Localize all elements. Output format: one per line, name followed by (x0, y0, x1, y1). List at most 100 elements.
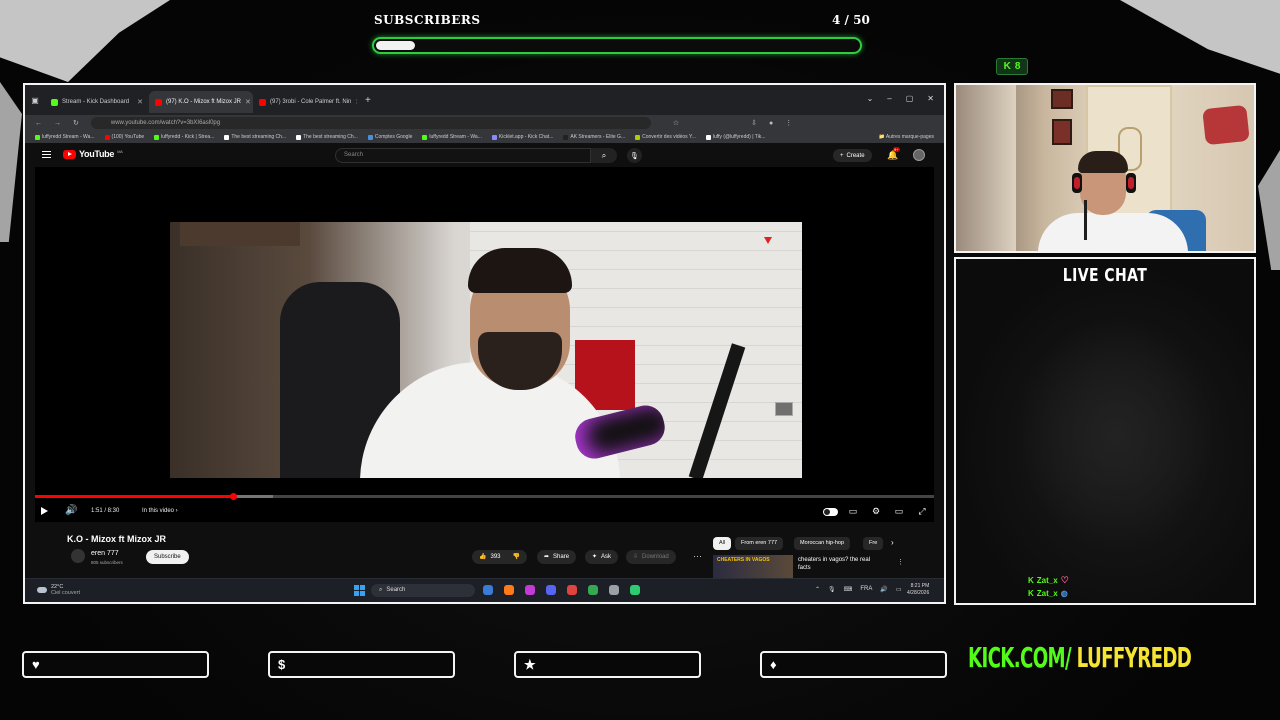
share-label: Share (553, 554, 570, 560)
windows-start-icon[interactable] (354, 585, 365, 596)
taskbar-app-icon[interactable] (546, 585, 556, 595)
bookmark-item[interactable]: luffy (@luffyredd) | Tik... (705, 134, 765, 140)
bookmark-item[interactable]: Convertir des vidéos Y... (635, 134, 696, 140)
video-frame[interactable] (170, 222, 802, 478)
play-icon[interactable] (41, 507, 48, 515)
mic-icon[interactable]: 🎙 (828, 586, 836, 593)
minimize-button[interactable]: – (887, 94, 891, 103)
bookmark-item[interactable]: Kicklet.app - Kick Chat... (491, 134, 553, 140)
close-icon[interactable]: ✕ (355, 98, 357, 106)
bookmark-item[interactable]: (100) YouTube (104, 134, 144, 140)
theater-mode-icon[interactable]: ▭ (893, 506, 905, 517)
chip-from-channel[interactable]: From eren 777 (735, 537, 784, 550)
account-avatar[interactable] (913, 149, 925, 161)
taskbar-search[interactable]: ⌕ Search (371, 584, 475, 597)
speaker-icon[interactable]: 🔊 (880, 586, 887, 593)
player-controls: 🔊 1:51 / 8:30 In this video › ▭ ⚙ ▭ ⤢ (35, 503, 934, 523)
tab-group-icon[interactable]: ▣ (25, 96, 45, 105)
bookmark-favicon-icon (705, 134, 711, 140)
video-progress-bar[interactable] (35, 493, 934, 500)
close-icon[interactable]: ✕ (245, 98, 251, 106)
autoplay-toggle[interactable] (823, 508, 838, 516)
download-icon[interactable]: ⇩ (751, 119, 757, 127)
chevron-right-icon[interactable]: › (891, 538, 894, 547)
video-player[interactable] (35, 167, 934, 522)
chevron-up-icon[interactable]: ⌃ (815, 586, 820, 593)
chip-moroccan-hiphop[interactable]: Moroccan hip-hop (794, 537, 851, 550)
url-field[interactable]: www.youtube.com/watch?v=3bXI6asl0pg (90, 117, 651, 129)
weather-widget[interactable]: 22°C Ciel couvert (37, 584, 80, 596)
youtube-search-input[interactable]: Search (335, 148, 591, 163)
close-window-button[interactable]: ✕ (927, 94, 934, 103)
close-icon[interactable]: ✕ (137, 98, 143, 106)
chip-fresh[interactable]: Fre (863, 537, 883, 550)
bookmark-item[interactable]: luffyredd Stream - Wa... (35, 134, 95, 140)
chat-username: Zat_x (1036, 589, 1058, 598)
recommended-title[interactable]: cheaters in vagos? the real facts (798, 556, 884, 572)
download-button[interactable]: ⇩ Download (626, 550, 676, 564)
search-button[interactable]: ⌕ (591, 148, 617, 163)
more-actions-icon[interactable]: ⋯ (693, 551, 702, 562)
region-code: MA (117, 149, 123, 154)
bookmark-item[interactable]: The best streaming Ch... (296, 134, 358, 140)
bookmark-item[interactable]: AK Streamers - Elite G... (563, 134, 625, 140)
channel-avatar[interactable] (71, 549, 85, 563)
chip-all[interactable]: All (713, 537, 732, 550)
share-button[interactable]: ➦ Share (537, 550, 577, 564)
favicon-icon (51, 98, 58, 106)
scrubber-handle[interactable] (229, 493, 237, 500)
taskbar-app-icon[interactable] (630, 585, 640, 595)
clock-time: 8:21 PM (910, 583, 930, 589)
taskbar-search-label: Search (386, 587, 406, 593)
chevron-down-icon[interactable]: ⌄ (867, 94, 874, 103)
taskbar-app-icon[interactable] (483, 585, 493, 595)
subscribe-button[interactable]: Subscribe (146, 550, 189, 564)
bookmark-item[interactable]: luffyredd Stream - Wa... (422, 134, 482, 140)
heart-icon: ♡ (1060, 575, 1069, 585)
taskbar-app-icon[interactable] (504, 585, 514, 595)
kebab-menu-icon[interactable]: ⋮ (785, 119, 792, 127)
taskbar-app-icon[interactable] (588, 585, 598, 595)
taskbar-app-icon[interactable] (525, 585, 535, 595)
youtube-logo[interactable]: YouTube MA (63, 149, 123, 159)
cam-wall-frame (1052, 119, 1072, 145)
youtube-logo-text: YouTube (79, 149, 115, 159)
new-tab-button[interactable]: + (365, 95, 371, 106)
like-button[interactable]: 👍 393 👎 (472, 550, 527, 564)
bookmark-item[interactable]: The best streaming Ch... (224, 134, 286, 140)
forward-icon[interactable]: → (54, 120, 61, 127)
captions-icon[interactable]: ▭ (847, 506, 859, 517)
ask-button[interactable]: ✦ Ask (585, 550, 619, 564)
language-indicator[interactable]: FRA (860, 586, 872, 593)
voice-search-button[interactable]: 🎙 (627, 148, 642, 163)
chapter-button[interactable]: In this video › (142, 508, 178, 514)
bookmark-item[interactable]: luffyredd - Kick | Strea... (154, 134, 214, 140)
taskbar-clock[interactable]: 8:21 PM 4/28/2026 (907, 583, 929, 597)
taskbar-app-icon[interactable] (567, 585, 577, 595)
volume-icon[interactable]: 🔊 (65, 506, 77, 516)
youtube-play-icon (63, 149, 76, 159)
create-button[interactable]: + Create (833, 149, 872, 162)
kebab-menu-icon[interactable]: ⋮ (897, 558, 904, 566)
reload-icon[interactable]: ↻ (73, 119, 79, 127)
battery-icon[interactable]: ▭ (896, 586, 902, 593)
tab-youtube-3robi[interactable]: (97) 3robi - Cole Palmer ft. Nin ✕ (253, 91, 357, 113)
settings-gear-icon[interactable]: ⚙ (870, 506, 882, 517)
bookmark-item[interactable]: Comptes Google (367, 134, 412, 140)
profile-icon[interactable]: ● (769, 120, 773, 127)
tab-youtube-ko[interactable]: (97) K.O - Mizox ft Mizox JR ✕ (149, 91, 253, 113)
thumbs-down-icon[interactable]: 👎 (513, 550, 520, 564)
channel-name[interactable]: eren 777 (91, 550, 119, 557)
other-bookmarks-folder[interactable]: 📁 Autres marque-pages (879, 134, 944, 140)
fullscreen-icon[interactable]: ⤢ (916, 506, 928, 517)
keyboard-icon[interactable]: ⌨ (844, 586, 853, 593)
recommended-thumbnail[interactable]: CHEATERS IN VAGOS (713, 555, 793, 578)
back-icon[interactable]: ← (35, 120, 42, 127)
bookmark-star-icon[interactable]: ☆ (673, 119, 679, 127)
hamburger-menu-icon[interactable] (42, 151, 51, 158)
maximize-button[interactable]: ▢ (906, 94, 914, 103)
bookmark-label: Convertir des vidéos Y... (642, 134, 696, 140)
picture-in-picture-icon[interactable] (775, 402, 793, 416)
taskbar-app-icon[interactable] (609, 585, 619, 595)
tab-kick-dashboard[interactable]: Stream - Kick Dashboard ✕ (45, 91, 149, 113)
